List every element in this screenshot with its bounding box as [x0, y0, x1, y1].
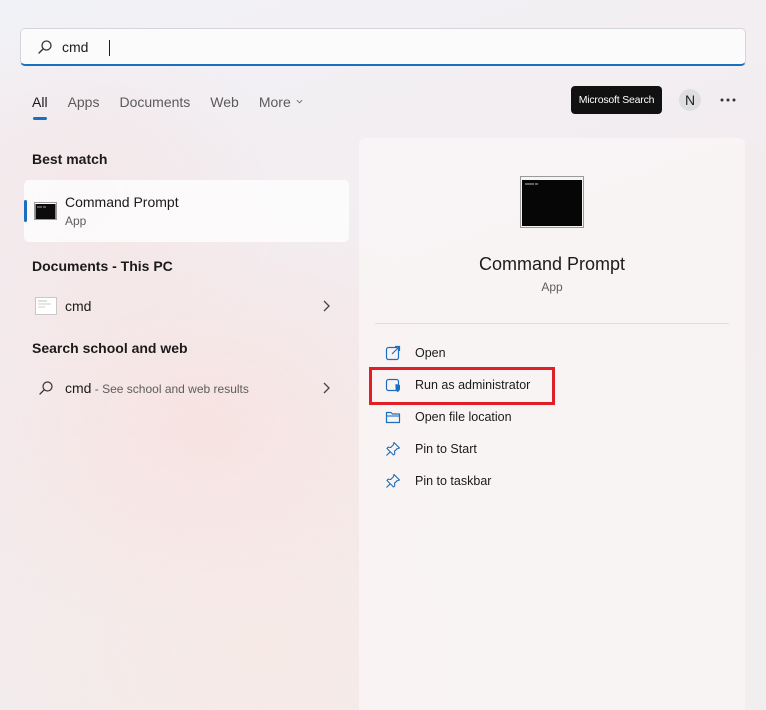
search-icon: [39, 381, 53, 395]
command-prompt-icon: [520, 176, 584, 228]
search-input[interactable]: [62, 34, 712, 59]
microsoft-search-button[interactable]: Microsoft Search: [571, 86, 662, 114]
avatar[interactable]: N: [679, 89, 701, 111]
action-pin-to-taskbar[interactable]: Pin to taskbar: [385, 469, 491, 493]
folder-icon: [385, 411, 401, 424]
search-box[interactable]: [20, 28, 746, 66]
web-heading: Search school and web: [32, 340, 188, 356]
details-panel: Command Prompt App Open Run as administr…: [359, 138, 745, 710]
text-caret: [109, 40, 110, 56]
selection-indicator: [24, 200, 27, 222]
filter-tabs: All Apps Documents Web More: [32, 94, 323, 120]
tab-all[interactable]: All: [32, 94, 48, 120]
best-match-heading: Best match: [32, 151, 108, 167]
action-label: Pin to Start: [415, 442, 477, 456]
documents-heading: Documents - This PC: [32, 258, 173, 274]
app-title: Command Prompt: [478, 254, 626, 274]
more-options-icon[interactable]: [718, 92, 738, 108]
chevron-right-icon[interactable]: [322, 382, 330, 394]
tab-more[interactable]: More: [259, 94, 303, 110]
app-subtitle: App: [541, 280, 563, 294]
web-result-label: cmd - See school and web results: [65, 380, 249, 396]
action-label: Open file location: [415, 410, 512, 424]
best-match-subtitle: App: [65, 214, 87, 228]
open-external-icon: [385, 345, 401, 361]
document-file-icon: [35, 297, 57, 315]
divider: [375, 323, 729, 324]
action-pin-to-start[interactable]: Pin to Start: [385, 437, 477, 461]
tab-web[interactable]: Web: [210, 94, 239, 110]
web-result-hint: - See school and web results: [91, 382, 249, 396]
action-label: Pin to taskbar: [415, 474, 492, 488]
best-match-item[interactable]: Command Prompt App: [24, 180, 349, 242]
web-query: cmd: [65, 380, 92, 396]
action-label: Open: [415, 346, 446, 360]
tab-more-label: More: [258, 94, 291, 110]
tab-apps[interactable]: Apps: [68, 94, 100, 110]
best-match-title: Command Prompt: [65, 194, 179, 210]
pin-icon: [386, 473, 401, 488]
chevron-down-icon: [296, 99, 303, 104]
web-result-cmd[interactable]: cmd - See school and web results: [24, 370, 349, 406]
highlight-box: [369, 367, 555, 405]
search-icon: [38, 39, 52, 54]
document-result-label: cmd: [65, 298, 92, 314]
pin-icon: [386, 441, 401, 456]
tab-documents[interactable]: Documents: [119, 94, 190, 110]
action-open-file-location[interactable]: Open file location: [385, 405, 512, 429]
chevron-right-icon[interactable]: [322, 300, 330, 312]
document-result-cmd[interactable]: cmd: [24, 288, 349, 324]
action-open[interactable]: Open: [385, 341, 446, 365]
command-prompt-icon: [34, 202, 57, 220]
